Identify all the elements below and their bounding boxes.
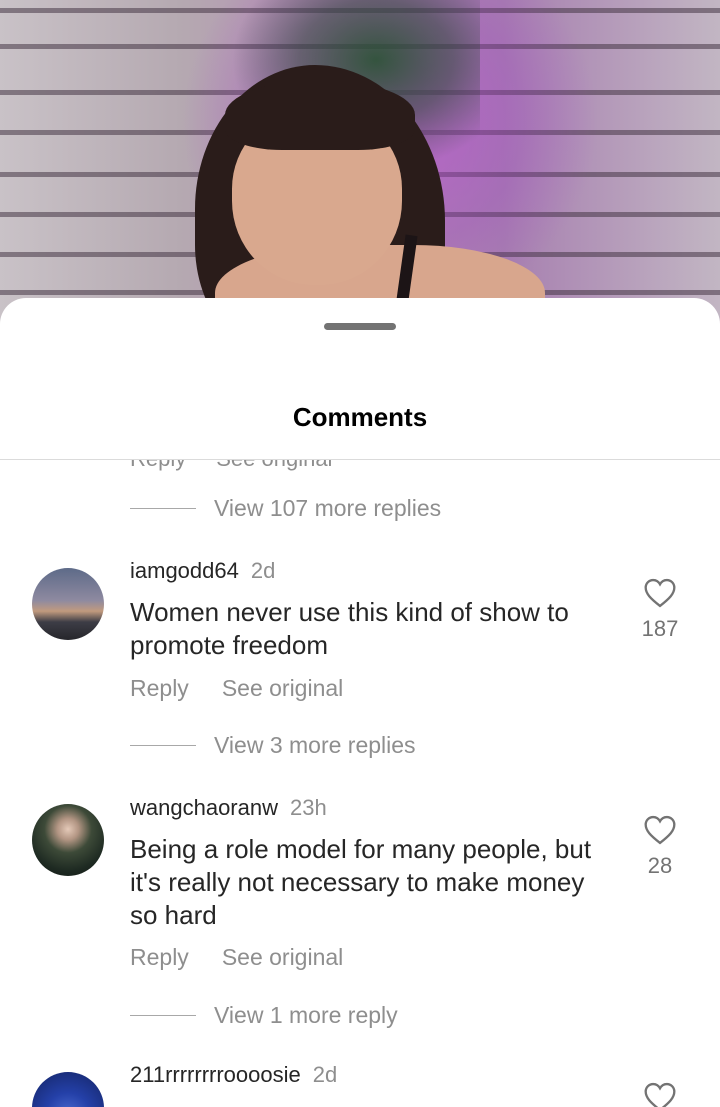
- like-button[interactable]: 187: [630, 578, 690, 642]
- view-more-replies[interactable]: View 1 more reply: [130, 1000, 398, 1030]
- comment-time: 2d: [312, 1062, 338, 1087]
- comment-username[interactable]: wangchaoranw: [130, 795, 278, 821]
- reply-button[interactable]: Reply: [130, 675, 189, 702]
- thread-line: [130, 1014, 196, 1016]
- drag-handle[interactable]: [324, 323, 396, 330]
- clipped-reply-actions: Reply See original: [130, 460, 362, 472]
- comment-meta: 211rrrrrrrroooosie 2d: [130, 1062, 337, 1088]
- view-more-replies[interactable]: View 3 more replies: [130, 730, 416, 760]
- view-more-replies-label: View 3 more replies: [214, 731, 416, 758]
- avatar[interactable]: [32, 1072, 104, 1107]
- heart-icon: [644, 1082, 676, 1107]
- like-count: 187: [641, 616, 679, 641]
- sheet-title: Comments: [292, 402, 428, 432]
- comment-meta: iamgodd64 2d: [130, 558, 275, 584]
- like-button[interactable]: 28: [630, 815, 690, 879]
- comment-actions: Reply See original: [130, 675, 343, 702]
- comment-actions: Reply See original: [130, 944, 343, 971]
- comment-text: Women never use this kind of show to pro…: [130, 597, 569, 660]
- avatar[interactable]: [32, 568, 104, 640]
- like-button[interactable]: [630, 1082, 690, 1107]
- see-original-button[interactable]: See original: [222, 675, 343, 702]
- clipped-see-original-button[interactable]: See original: [216, 460, 332, 471]
- comment-time: 2d: [250, 558, 276, 583]
- comments-list[interactable]: ReplySee original View 107 more replies …: [0, 460, 720, 1107]
- view-more-replies[interactable]: View 107 more replies: [130, 493, 441, 523]
- comment-username[interactable]: 211rrrrrrrroooosie: [130, 1062, 301, 1088]
- see-original-button[interactable]: See original: [222, 944, 343, 971]
- comments-sheet: Comments Reply See original View 107 more…: [0, 298, 720, 1107]
- thread-line: [130, 744, 196, 746]
- comment-meta: wangchaoranw 23h: [130, 795, 327, 821]
- comment-username[interactable]: iamgodd64: [130, 558, 239, 584]
- heart-icon: [644, 815, 676, 845]
- avatar[interactable]: [32, 804, 104, 876]
- view-more-replies-label: View 1 more reply: [214, 1001, 398, 1028]
- reply-button[interactable]: Reply: [130, 944, 189, 971]
- background-video-frame: [0, 0, 720, 330]
- like-count: 28: [647, 853, 673, 878]
- heart-icon: [644, 578, 676, 608]
- comment-time: 23h: [289, 795, 327, 820]
- clipped-reply-button[interactable]: Reply: [130, 460, 186, 471]
- thread-line: [130, 507, 196, 509]
- view-more-replies-label: View 107 more replies: [214, 494, 442, 521]
- comment-text: Being a role model for many people, but …: [130, 834, 592, 930]
